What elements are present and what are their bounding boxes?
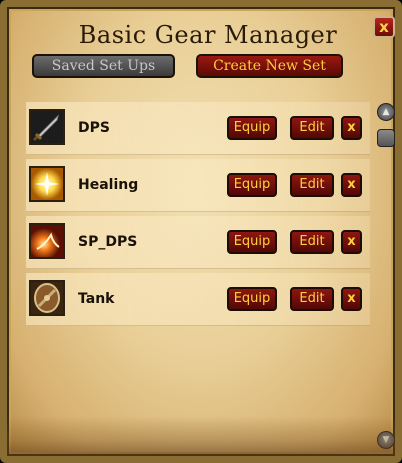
equip-button-tank[interactable]: Equip xyxy=(227,287,277,311)
set-name: SP_DPS xyxy=(78,234,138,250)
edit-button-healing[interactable]: Edit xyxy=(290,173,334,197)
gear-manager-window: Basic Gear Manager x Saved Set Ups Creat… xyxy=(0,0,402,463)
saved-set-ups-tab[interactable]: Saved Set Ups xyxy=(32,54,175,78)
edit-button-dps[interactable]: Edit xyxy=(290,116,334,140)
set-name: DPS xyxy=(78,120,110,136)
shield-icon xyxy=(29,280,65,316)
scrollbar-thumb[interactable] xyxy=(377,129,395,147)
equip-button-dps[interactable]: Equip xyxy=(227,116,277,140)
fire-spell-icon xyxy=(29,223,65,259)
gear-set-row-sp-dps: SP_DPS Equip Edit x xyxy=(26,216,370,269)
edit-button-sp-dps[interactable]: Edit xyxy=(290,230,334,254)
gear-set-row-tank: Tank Equip Edit x xyxy=(26,273,370,326)
holy-light-icon xyxy=(29,166,65,202)
equip-button-healing[interactable]: Equip xyxy=(227,173,277,197)
equip-button-sp-dps[interactable]: Equip xyxy=(227,230,277,254)
delete-button-healing[interactable]: x xyxy=(341,173,362,197)
scroll-down-button[interactable]: ▼ xyxy=(377,431,395,449)
delete-button-sp-dps[interactable]: x xyxy=(341,230,362,254)
gear-set-row-dps: DPS Equip Edit x xyxy=(26,102,370,155)
create-new-set-button[interactable]: Create New Set xyxy=(196,54,343,78)
sword-icon xyxy=(29,109,65,145)
scroll-up-button[interactable]: ▲ xyxy=(377,103,395,121)
close-button[interactable]: x xyxy=(373,16,395,38)
delete-button-tank[interactable]: x xyxy=(341,287,362,311)
arrow-up-icon: ▲ xyxy=(382,107,390,117)
set-name: Healing xyxy=(78,177,139,193)
gear-set-row-healing: Healing Equip Edit x xyxy=(26,159,370,212)
delete-button-dps[interactable]: x xyxy=(341,116,362,140)
edit-button-tank[interactable]: Edit xyxy=(290,287,334,311)
arrow-down-icon: ▼ xyxy=(382,435,390,445)
window-title: Basic Gear Manager xyxy=(78,21,338,49)
set-name: Tank xyxy=(78,291,115,307)
